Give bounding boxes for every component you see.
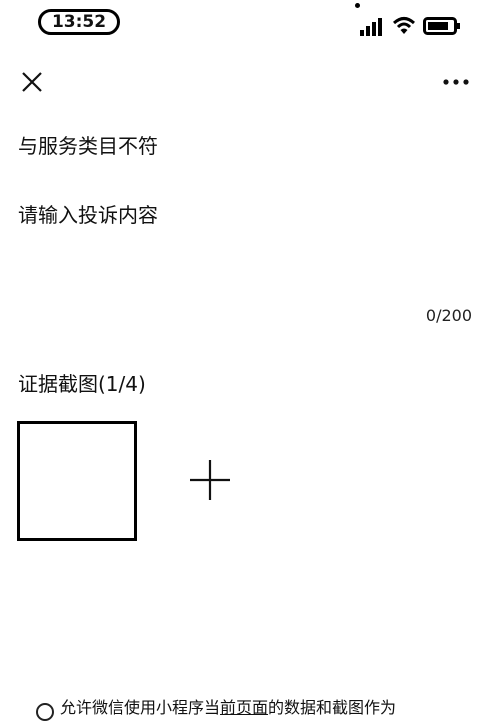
status-time: 13:52 — [38, 9, 120, 35]
evidence-screenshot-thumbnail[interactable] — [17, 421, 137, 541]
consent-row[interactable]: 允许微信使用小程序当 前页面 的数据和截图作为 — [36, 694, 397, 721]
signal-icon — [360, 18, 382, 36]
add-screenshot-button[interactable] — [186, 456, 234, 504]
complaint-input[interactable] — [18, 200, 472, 300]
status-bar: 13:52 — [0, 0, 492, 44]
wifi-icon — [392, 17, 416, 34]
complaint-category: 与服务类目不符 — [18, 134, 158, 158]
battery-icon — [423, 17, 460, 35]
consent-prefix: 允许微信使用小程序当 — [60, 698, 221, 717]
more-icon[interactable] — [442, 78, 470, 86]
consent-link[interactable]: 前页面 — [220, 694, 268, 718]
consent-radio-icon[interactable] — [36, 703, 54, 721]
evidence-title: 证据截图(1/4) — [18, 372, 146, 396]
char-counter: 0/200 — [425, 306, 472, 325]
recording-dot-icon — [355, 3, 360, 8]
close-icon[interactable] — [20, 70, 44, 94]
consent-suffix: 的数据和截图作为 — [268, 698, 397, 717]
